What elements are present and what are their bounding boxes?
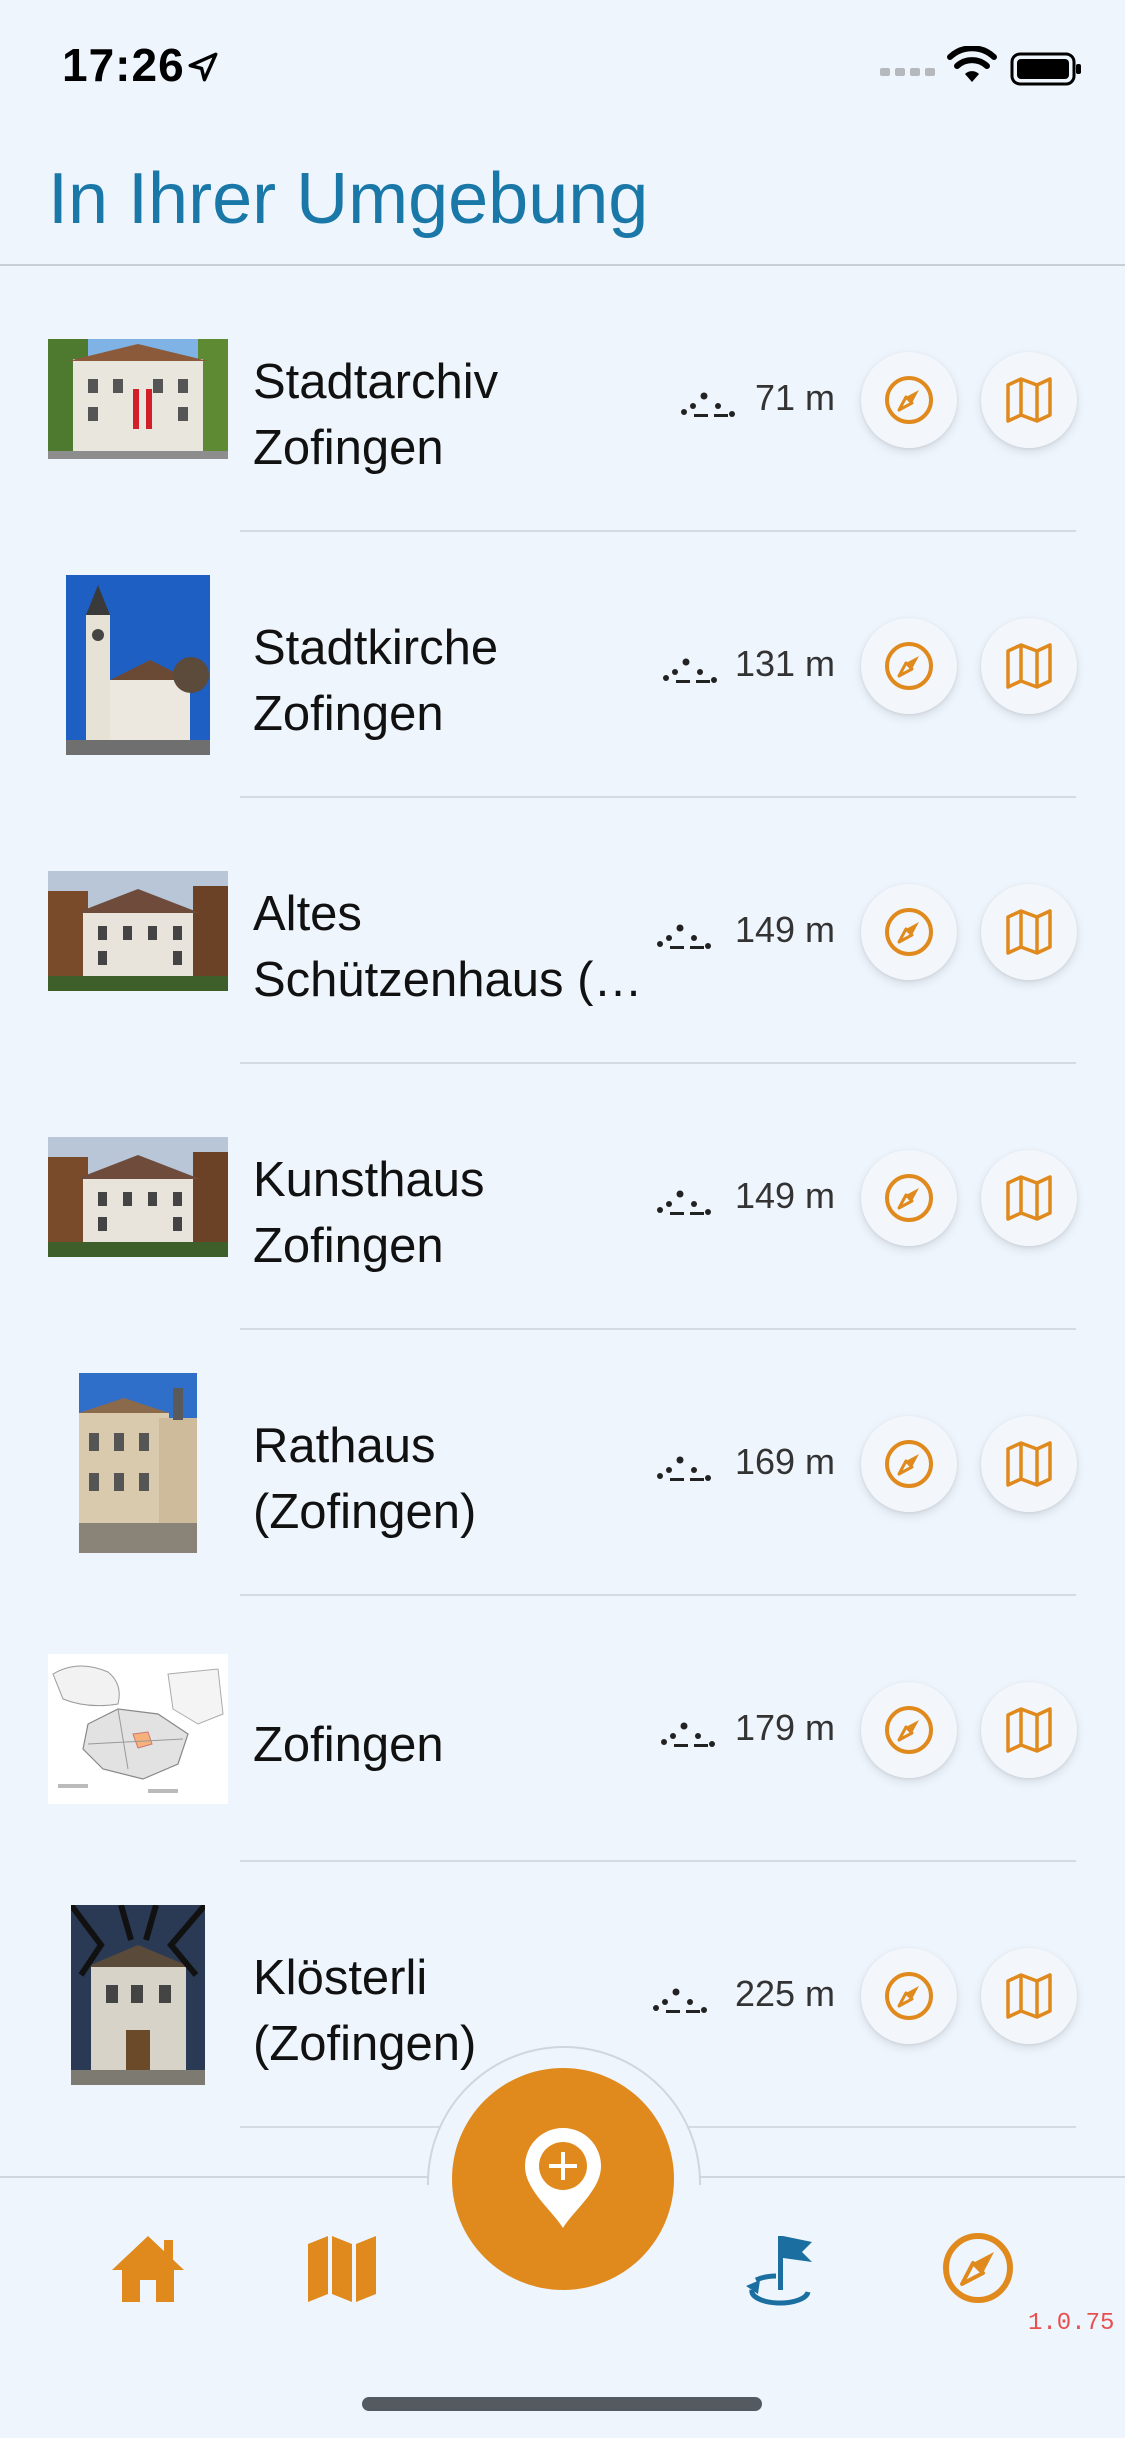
navigate-compass-button[interactable]	[861, 884, 957, 980]
place-name-line1: Zofingen	[253, 1718, 444, 1772]
map-icon	[1006, 1175, 1052, 1221]
wifi-icon	[947, 46, 997, 82]
list-item[interactable]: Kunsthaus Zofingen 149 m	[0, 1064, 1125, 1330]
show-on-map-button[interactable]	[981, 1416, 1077, 1512]
place-photo	[48, 1654, 228, 1804]
place-photo	[66, 575, 210, 755]
map-icon	[1006, 1441, 1052, 1487]
distance-label: 149 m	[734, 909, 835, 950]
show-on-map-button[interactable]	[981, 1682, 1077, 1778]
walking-distance-icon	[663, 658, 717, 683]
page-title: In Ihrer Umgebung	[48, 159, 649, 239]
place-name: Zofingen	[253, 1712, 653, 1778]
place-photo	[71, 1905, 205, 2085]
list-item[interactable]: Altes Schützenhaus (… 149 m	[0, 798, 1125, 1064]
place-name-line1: Stadtarchiv	[253, 355, 499, 409]
status-time: 17:26	[62, 39, 185, 91]
navigate-compass-button[interactable]	[861, 352, 957, 448]
show-on-map-button[interactable]	[981, 1150, 1077, 1246]
place-photo	[48, 339, 228, 459]
map-icon[interactable]	[302, 2228, 382, 2308]
place-photo	[48, 871, 228, 991]
home-icon[interactable]	[108, 2228, 188, 2308]
walking-distance-icon	[681, 392, 735, 417]
distance-label: 225 m	[734, 1973, 835, 2014]
show-on-map-button[interactable]	[981, 352, 1077, 448]
navigate-compass-button[interactable]	[861, 1948, 957, 2044]
walking-distance-icon	[657, 1190, 711, 1215]
place-name-line1: Altes	[253, 887, 362, 941]
version-label: 1.0.75	[1028, 2310, 1115, 2337]
place-name-line1: Stadtkirche	[253, 621, 499, 675]
place-name-line2: Zofingen	[253, 1219, 444, 1273]
list-item[interactable]: Stadtarchiv Zofingen 71 m	[0, 266, 1125, 532]
place-name-line2: Zofingen	[253, 687, 444, 741]
place-name: Altes Schützenhaus (…	[253, 881, 658, 1013]
distance-label: 169 m	[734, 1441, 835, 1482]
map-icon	[1006, 377, 1052, 423]
status-bar: 17:26	[0, 0, 1125, 140]
distance-label: 131 m	[734, 643, 835, 684]
cellular-signal-icon	[880, 68, 935, 76]
place-photo	[48, 1137, 228, 1257]
navigate-compass-button[interactable]	[861, 1150, 957, 1246]
map-icon	[1006, 643, 1052, 689]
add-location-icon	[525, 2128, 601, 2228]
walking-distance-icon	[657, 1456, 711, 1481]
compass-icon	[885, 1706, 933, 1754]
place-name-line1: Klösterli	[253, 1951, 428, 2005]
place-name: Kunsthaus Zofingen	[253, 1147, 653, 1279]
compass-icon	[885, 376, 933, 424]
place-name-line1: Rathaus	[253, 1419, 436, 1473]
map-icon	[1006, 1973, 1052, 2019]
compass-icon	[885, 642, 933, 690]
map-icon	[1006, 1707, 1052, 1753]
place-name-line2: (Zofingen)	[253, 1485, 477, 1539]
list-item[interactable]: Rathaus (Zofingen) 169 m	[0, 1330, 1125, 1596]
show-on-map-button[interactable]	[981, 884, 1077, 980]
show-on-map-button[interactable]	[981, 1948, 1077, 2044]
navigate-compass-button[interactable]	[861, 1416, 957, 1512]
distance-label: 71 m	[754, 377, 835, 418]
navigate-compass-button[interactable]	[861, 618, 957, 714]
compass-icon	[885, 908, 933, 956]
place-name: Rathaus (Zofingen)	[253, 1413, 653, 1545]
show-on-map-button[interactable]	[981, 618, 1077, 714]
distance-label: 149 m	[734, 1175, 835, 1216]
compass-icon[interactable]	[938, 2228, 1018, 2308]
list-item[interactable]: Zofingen 179 m	[0, 1596, 1125, 1862]
map-icon	[1006, 909, 1052, 955]
place-name: Stadtkirche Zofingen	[253, 615, 653, 747]
nearby-places-list: Stadtarchiv Zofingen 71 m Stadtkirche Zo…	[0, 266, 1125, 2128]
walking-distance-icon	[657, 924, 711, 949]
list-item[interactable]: Stadtkirche Zofingen 131 m	[0, 532, 1125, 798]
add-location-button[interactable]	[452, 2068, 674, 2290]
walking-distance-icon	[661, 1722, 715, 1747]
walking-distance-icon	[653, 1988, 707, 2013]
tour-flag-icon[interactable]	[742, 2228, 822, 2308]
distance-label: 179 m	[734, 1707, 835, 1748]
place-name-line2: Zofingen	[253, 421, 444, 475]
compass-icon	[885, 1174, 933, 1222]
place-name-line1: Kunsthaus	[253, 1153, 485, 1207]
navigate-compass-button[interactable]	[861, 1682, 957, 1778]
compass-icon	[885, 1440, 933, 1488]
home-indicator[interactable]	[362, 2397, 762, 2411]
battery-icon	[1010, 52, 1081, 86]
compass-icon	[885, 1972, 933, 2020]
location-arrow-icon	[188, 52, 218, 82]
place-name-line2: Schützenhaus (…	[253, 953, 643, 1007]
place-photo	[79, 1373, 197, 1553]
place-name: Stadtarchiv Zofingen	[253, 349, 653, 481]
